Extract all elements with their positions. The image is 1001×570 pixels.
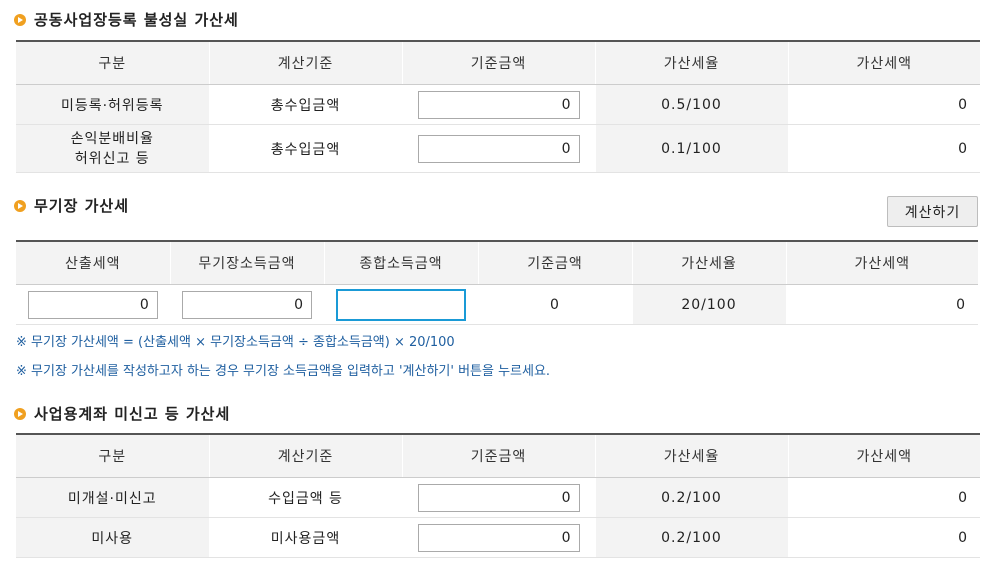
row-rate: 0.5/100 <box>595 84 789 125</box>
joint-business-table: 구분 계산기준 기준금액 가산세율 가산세액 미등록·허위등록 총수입금액 0.… <box>16 40 980 173</box>
header-penalty-amount: 가산세액 <box>788 41 980 85</box>
table-row: 손익분배비율 허위신고 등 총수입금액 0.1/100 0 <box>16 124 980 173</box>
row-rate: 0.2/100 <box>595 477 789 518</box>
table-row: 미사용 미사용금액 0.2/100 0 <box>16 517 980 558</box>
base-amount-input[interactable] <box>417 134 580 163</box>
instruction-note: ※ 무기장 가산세를 작성하고자 하는 경우 무기장 소득금액을 입력하고 '계… <box>16 364 551 379</box>
row-basis: 미사용금액 <box>209 517 403 558</box>
unrecorded-income-cell <box>170 284 325 325</box>
section-title-business-account: 사업용계좌 미신고 등 가산세 <box>14 403 230 424</box>
header-unrecorded-income: 무기장소득금액 <box>170 241 325 285</box>
section-title-text: 공동사업장등록 불성실 가산세 <box>34 11 239 29</box>
unrecorded-income-input[interactable] <box>182 290 312 319</box>
row-input-cell <box>402 84 596 125</box>
unrecorded-table: 산출세액 무기장소득금액 종합소득금액 기준금액 가산세율 가산세액 0 20/… <box>16 240 978 325</box>
base-amount-input[interactable] <box>417 483 580 512</box>
section-title-unrecorded: 무기장 가산세 <box>14 195 129 216</box>
table-row: 0 20/100 0 <box>16 284 978 325</box>
base-amount-value: 0 <box>478 284 633 325</box>
row-input-cell <box>402 517 596 558</box>
header-rate: 가산세율 <box>595 434 789 478</box>
bullet-icon <box>14 199 26 212</box>
header-basis: 계산기준 <box>209 41 403 85</box>
base-amount-input[interactable] <box>417 523 580 552</box>
row-amount: 0 <box>788 517 980 558</box>
header-category: 구분 <box>16 41 210 85</box>
row-input-cell <box>402 124 596 173</box>
header-base-amount: 기준금액 <box>478 241 633 285</box>
row-label: 손익분배비율 허위신고 등 <box>16 124 210 173</box>
bullet-icon <box>14 407 26 420</box>
row-amount: 0 <box>788 84 980 125</box>
header-calc-tax: 산출세액 <box>16 241 171 285</box>
row-basis: 총수입금액 <box>209 84 403 125</box>
calc-tax-cell <box>16 284 171 325</box>
calc-tax-input[interactable] <box>27 290 158 319</box>
table-header-row: 구분 계산기준 기준금액 가산세율 가산세액 <box>16 41 980 85</box>
row-label: 미등록·허위등록 <box>16 84 210 125</box>
header-category: 구분 <box>16 434 210 478</box>
row-label-line1: 손익분배비율 <box>70 130 154 147</box>
header-basis: 계산기준 <box>209 434 403 478</box>
table-header-row: 구분 계산기준 기준금액 가산세율 가산세액 <box>16 434 980 478</box>
table-row: 미등록·허위등록 총수입금액 0.5/100 0 <box>16 84 980 125</box>
header-base-amount: 기준금액 <box>402 41 596 85</box>
total-income-cell <box>324 284 479 325</box>
business-account-table: 구분 계산기준 기준금액 가산세율 가산세액 미개설·미신고 수입금액 등 0.… <box>16 433 980 558</box>
row-amount: 0 <box>788 124 980 173</box>
bullet-icon <box>14 13 26 26</box>
table-row: 미개설·미신고 수입금액 등 0.2/100 0 <box>16 477 980 518</box>
header-total-income: 종합소득금액 <box>324 241 479 285</box>
section-title-joint-business: 공동사업장등록 불성실 가산세 <box>14 9 239 30</box>
row-label: 미개설·미신고 <box>16 477 210 518</box>
calculate-button[interactable]: 계산하기 <box>887 196 978 227</box>
section-title-text: 무기장 가산세 <box>34 197 130 215</box>
penalty-amount-value: 0 <box>786 284 978 325</box>
total-income-input[interactable] <box>336 288 466 321</box>
table-header-row: 산출세액 무기장소득금액 종합소득금액 기준금액 가산세율 가산세액 <box>16 241 978 285</box>
section-title-text: 사업용계좌 미신고 등 가산세 <box>34 405 231 423</box>
header-penalty-amount: 가산세액 <box>788 434 980 478</box>
row-input-cell <box>402 477 596 518</box>
header-rate: 가산세율 <box>595 41 789 85</box>
formula-note: ※ 무기장 가산세액 = (산출세액 × 무기장소득금액 ÷ 종합소득금액) ×… <box>16 335 455 350</box>
row-label-line2: 허위신고 등 <box>74 150 150 167</box>
row-rate: 0.1/100 <box>595 124 789 173</box>
base-amount-input[interactable] <box>417 90 580 119</box>
header-base-amount: 기준금액 <box>402 434 596 478</box>
row-amount: 0 <box>788 477 980 518</box>
row-rate: 0.2/100 <box>595 517 789 558</box>
header-penalty-amount: 가산세액 <box>786 241 978 285</box>
rate-value: 20/100 <box>632 284 787 325</box>
row-basis: 총수입금액 <box>209 124 403 173</box>
row-basis: 수입금액 등 <box>209 477 403 518</box>
row-label: 미사용 <box>16 517 210 558</box>
header-rate: 가산세율 <box>632 241 787 285</box>
